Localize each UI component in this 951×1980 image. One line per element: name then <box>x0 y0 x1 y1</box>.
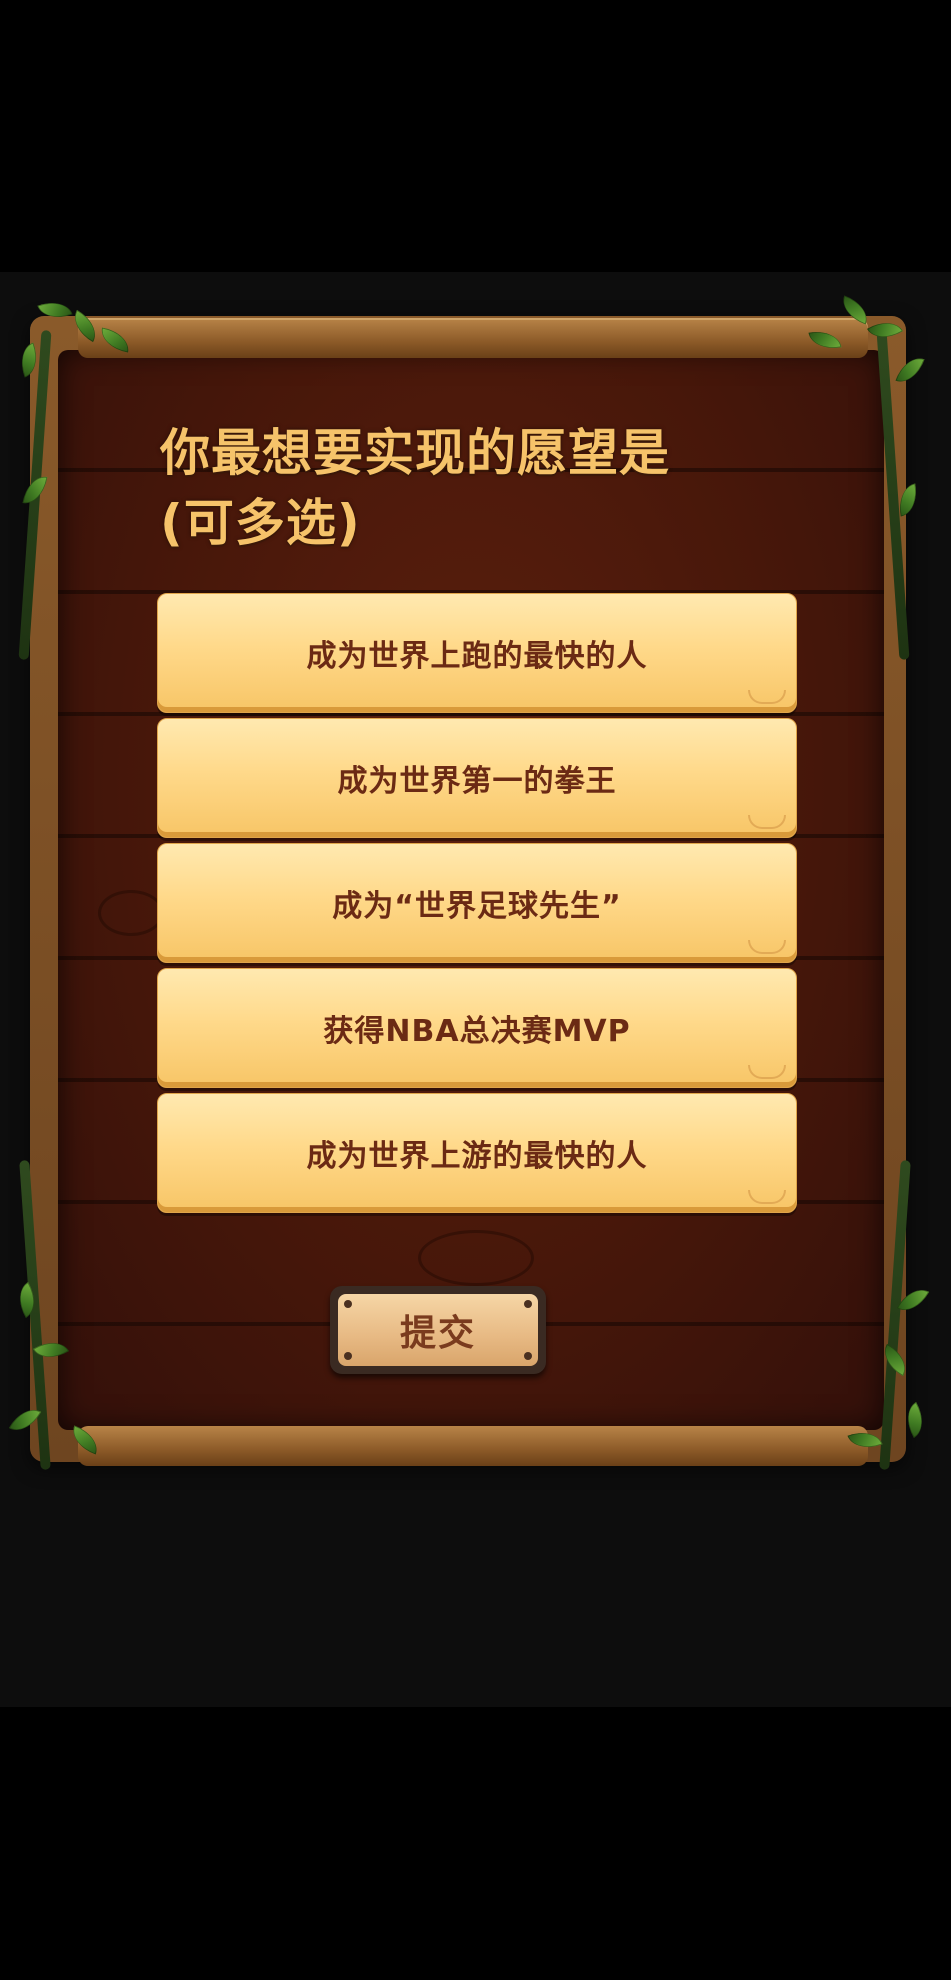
submit-plate: 提交 <box>338 1294 538 1366</box>
submit-label: 提交 <box>399 1313 476 1354</box>
swirl-decoration-icon <box>748 940 786 954</box>
swirl-decoration-icon <box>748 815 786 829</box>
option-button-run-fastest[interactable]: 成为世界上跑的最快的人 <box>157 593 797 713</box>
rivet-icon <box>524 1352 532 1360</box>
option-button-football-player[interactable]: 成为“世界足球先生” <box>157 843 797 963</box>
option-button-nba-mvp[interactable]: 获得NBA总决赛MVP <box>157 968 797 1088</box>
submit-button[interactable]: 提交 <box>330 1286 546 1374</box>
swirl-decoration-icon <box>748 1190 786 1204</box>
wood-knot-decoration <box>98 890 164 936</box>
swirl-decoration-icon <box>748 1065 786 1079</box>
rivet-icon <box>524 1300 532 1308</box>
option-button-swim-fastest[interactable]: 成为世界上游的最快的人 <box>157 1093 797 1213</box>
option-label: 获得NBA总决赛MVP <box>323 1014 631 1049</box>
board-top-rail <box>78 318 868 358</box>
options-list: 成为世界上跑的最快的人 成为世界第一的拳王 成为“世界足球先生” 获得NBA总决… <box>157 593 797 1218</box>
wood-knot-decoration <box>418 1230 534 1286</box>
option-label: 成为世界上游的最快的人 <box>306 1139 648 1174</box>
swirl-decoration-icon <box>748 690 786 704</box>
rivet-icon <box>344 1352 352 1360</box>
rivet-icon <box>344 1300 352 1308</box>
board-bottom-rail <box>78 1426 868 1466</box>
question-title: 你最想要实现的愿望是 (可多选) <box>160 424 670 552</box>
option-button-boxing-champion[interactable]: 成为世界第一的拳王 <box>157 718 797 838</box>
option-label: 成为“世界足球先生” <box>332 889 622 924</box>
option-label: 成为世界第一的拳王 <box>337 764 617 799</box>
option-label: 成为世界上跑的最快的人 <box>306 639 648 674</box>
screen: 你最想要实现的愿望是 (可多选) 成为世界上跑的最快的人 成为世界第一的拳王 成… <box>0 0 951 1980</box>
